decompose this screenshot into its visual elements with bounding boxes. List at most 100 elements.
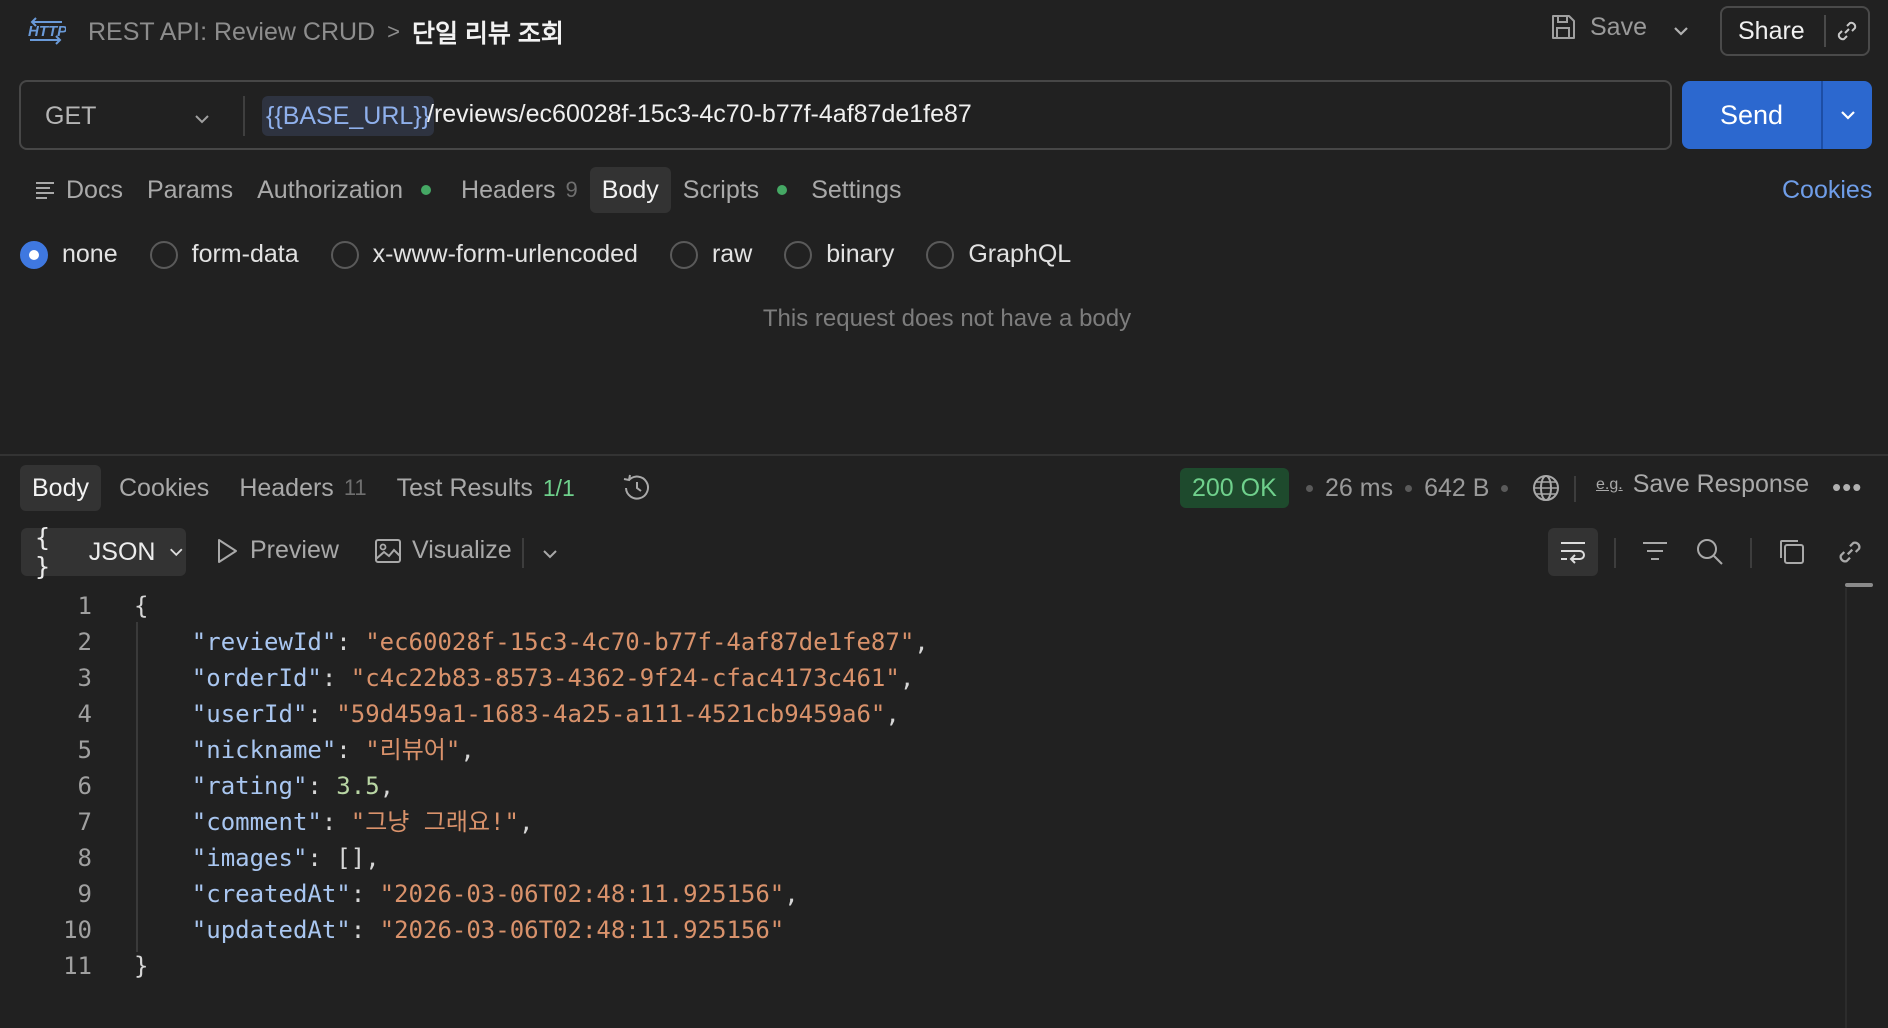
configured-indicator [777, 185, 788, 195]
line-content: "updatedAt": "2026-03-06T02:48:11.925156… [134, 912, 784, 948]
tab-settings[interactable]: Settings [799, 167, 913, 213]
send-options-button[interactable] [1823, 81, 1872, 149]
breadcrumb-collection[interactable]: REST API: Review CRUD [88, 18, 375, 47]
line-content: "createdAt": "2026-03-06T02:48:11.925156… [134, 876, 799, 912]
json-colon: : [321, 808, 351, 836]
tab-params[interactable]: Params [135, 167, 245, 213]
tab-label: Authorization [257, 175, 404, 204]
visualize-button[interactable]: Visualize [374, 536, 512, 565]
json-value: "c4c22b83-8573-4362-9f24-cfac4173c461" [350, 664, 900, 692]
json-colon: : [321, 664, 351, 692]
tab-body[interactable]: Body [589, 167, 671, 213]
history-icon[interactable] [620, 471, 654, 505]
tab-label: Body [601, 175, 659, 204]
chevron-down-icon[interactable] [191, 108, 213, 130]
json-comma: , [885, 700, 900, 728]
line-number: 10 [63, 916, 92, 944]
json-value: [] [336, 844, 366, 872]
globe-icon[interactable] [1530, 472, 1562, 504]
radio-label: binary [826, 240, 895, 268]
body-type-radio-group: none form-data x-www-form-urlencoded raw… [20, 240, 1071, 269]
radio-form-data[interactable]: form-data [149, 240, 299, 269]
tab-label: Params [146, 175, 234, 204]
json-key: "comment" [191, 808, 322, 836]
radio-button [784, 240, 813, 269]
tab-label: Headers [461, 175, 556, 204]
json-value: "리뷰어" [365, 736, 461, 764]
share-button-group: Share [1720, 6, 1870, 56]
braces-icon: { } [35, 523, 51, 581]
radio-button [926, 240, 955, 269]
cookies-link[interactable]: Cookies [1782, 176, 1872, 205]
response-size[interactable]: 642 B [1424, 474, 1489, 503]
link-icon[interactable] [1834, 536, 1866, 568]
request-title[interactable]: 단일 리뷰 조회 [412, 14, 564, 50]
response-tab-cookies[interactable]: Cookies [107, 465, 221, 511]
status-badge[interactable]: 200 OK [1180, 468, 1289, 508]
line-content: "orderId": "c4c22b83-8573-4362-9f24-cfac… [134, 660, 914, 696]
word-wrap-button[interactable] [1548, 528, 1598, 576]
tab-docs[interactable]: Docs [22, 167, 135, 213]
radio-urlencoded[interactable]: x-www-form-urlencoded [330, 240, 638, 269]
radio-binary[interactable]: binary [784, 240, 894, 269]
separator-dot [1306, 485, 1313, 492]
json-comma: , [460, 736, 475, 764]
share-button[interactable]: Share [1722, 17, 1824, 46]
json-key: "rating" [191, 772, 308, 800]
line-number: 9 [77, 880, 92, 908]
url-variable[interactable]: {{BASE_URL}} [262, 96, 435, 136]
tab-headers[interactable]: Headers 9 [449, 167, 590, 213]
chevron-down-icon[interactable] [540, 544, 560, 564]
empty-body-message: This request does not have a body [762, 305, 1132, 332]
filter-icon[interactable] [1640, 536, 1670, 566]
radio-label: none [62, 240, 118, 268]
response-tab-body[interactable]: Body [20, 465, 101, 511]
radio-none[interactable]: none [20, 240, 118, 269]
line-number: 3 [77, 664, 92, 692]
response-time[interactable]: 26 ms [1325, 474, 1393, 503]
tab-label: Test Results [396, 473, 533, 502]
preview-button[interactable]: Preview [214, 536, 339, 565]
breadcrumb-separator: > [387, 19, 400, 44]
line-number: 4 [77, 700, 92, 728]
scrollbar[interactable] [1845, 588, 1847, 1028]
tab-label: Headers [239, 473, 334, 502]
chevron-down-icon [1840, 111, 1855, 120]
configured-indicator [421, 185, 432, 195]
copy-link-button[interactable] [1826, 17, 1868, 45]
open-brace: { [134, 592, 149, 620]
breadcrumb: REST API: Review CRUD > 단일 리뷰 조회 [88, 14, 564, 50]
response-tab-test-results[interactable]: Test Results 1/1 [385, 465, 587, 511]
send-button[interactable]: Send [1682, 81, 1821, 149]
chevron-down-icon[interactable] [1668, 18, 1694, 44]
search-icon[interactable] [1694, 536, 1726, 568]
json-key: "createdAt" [191, 880, 351, 908]
pane-divider[interactable] [0, 454, 1888, 456]
copy-icon[interactable] [1776, 536, 1808, 568]
save-response-button[interactable]: e.g. Save Response [1596, 470, 1809, 499]
radio-graphql[interactable]: GraphQL [926, 240, 1071, 269]
json-comma: , [379, 772, 395, 800]
tab-label: Settings [811, 175, 902, 204]
url-input[interactable]: /reviews/ec60028f-15c3-4c70-b77f-4af87de… [427, 100, 972, 129]
more-options-button[interactable]: ••• [1832, 472, 1862, 503]
response-tab-headers[interactable]: Headers 11 [227, 465, 378, 511]
method-select[interactable]: GET [45, 102, 96, 131]
json-colon: : [336, 736, 366, 764]
json-colon: : [307, 700, 337, 728]
response-format-select[interactable]: { } JSON [21, 523, 186, 581]
scrollbar-thumb[interactable] [1845, 583, 1873, 587]
tab-authorization[interactable]: Authorization [245, 167, 443, 213]
tab-label: Scripts [682, 175, 760, 204]
toolbar-divider [1750, 538, 1752, 568]
tab-scripts[interactable]: Scripts [671, 167, 799, 213]
radio-raw[interactable]: raw [669, 240, 752, 269]
save-button[interactable]: Save [1548, 12, 1647, 42]
json-value: "2026-03-06T02:48:11.925156" [379, 916, 785, 944]
